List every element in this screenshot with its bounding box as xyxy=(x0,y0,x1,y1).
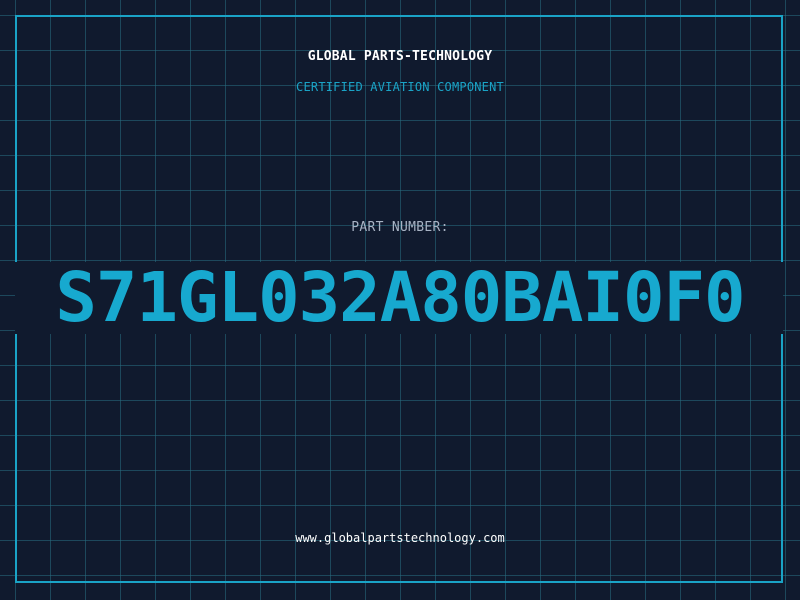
label-card: GLOBAL PARTS-TECHNOLOGY CERTIFIED AVIATI… xyxy=(0,0,800,600)
part-number-value: S71GL032A80BAI0F0 xyxy=(55,258,745,338)
certification-subtitle: CERTIFIED AVIATION COMPONENT xyxy=(296,80,504,94)
website-url: www.globalpartstechnology.com xyxy=(295,531,505,545)
part-number-label: PART NUMBER: xyxy=(351,220,449,235)
company-name: GLOBAL PARTS-TECHNOLOGY xyxy=(307,49,493,64)
